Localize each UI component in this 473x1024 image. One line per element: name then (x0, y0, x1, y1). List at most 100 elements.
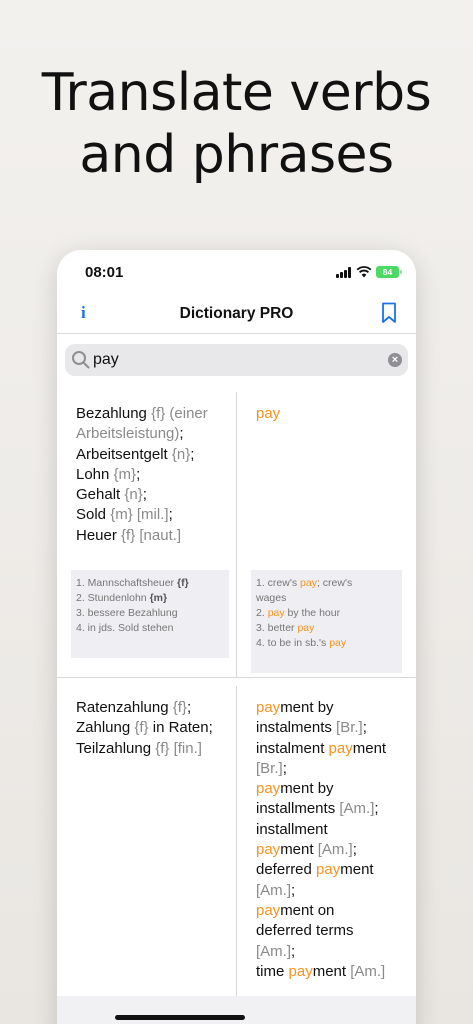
grammar-note: [Am.] (256, 942, 292, 960)
text-line: Bezahlung {f} (einer (76, 404, 234, 424)
search-input[interactable] (93, 348, 373, 372)
text-segment: 1. crew's (256, 577, 301, 589)
grammar-note: Arbeitsleistung) (76, 425, 180, 443)
text-line: payment by (256, 779, 404, 799)
text-segment: ; (186, 699, 192, 716)
text-segment: Ratenzahlung (76, 699, 173, 716)
text-line: Ratenzahlung {f}; (76, 698, 234, 718)
grammar-note: [Am.] (350, 962, 386, 980)
highlight-term: pay (329, 637, 347, 649)
phone-screen: 08:01 84 i Dictionary PRO × (57, 250, 416, 1024)
result-row[interactable]: Bezahlung {f} (einer Arbeitsleistung); Arb… (57, 384, 416, 678)
text-line: installment (256, 820, 404, 840)
grammar-note: {f} (172, 699, 187, 716)
status-bar: 08:01 84 (57, 250, 416, 294)
german-examples: 1. Mannschaftsheuer {f} 2. Stundenlohn {m… (71, 570, 229, 658)
result-row[interactable]: Ratenzahlung {f}; Zahlung {f} in Raten; Te… (57, 678, 416, 998)
text-segment: 4. in jds. Sold stehen (76, 622, 174, 634)
text-segment: Sold (76, 506, 111, 524)
english-examples: 1. crew's pay; crew's wages 2. pay by the … (251, 570, 402, 673)
text-segment: ; (179, 425, 184, 443)
battery-icon: 84 (376, 266, 402, 278)
text-line: Sold {m} [mil.]; (76, 505, 234, 525)
wifi-icon (356, 266, 372, 278)
text-segment: ment (340, 861, 374, 879)
text-line: Gehalt {n}; (76, 485, 234, 505)
grammar-note: [Am.] (317, 841, 353, 859)
text-segment: 2. (256, 607, 268, 619)
german-translation: Bezahlung {f} (einer Arbeitsleistung); Arb… (76, 404, 234, 546)
text-segment: 1. Mannschaftsheuer (76, 577, 177, 589)
grammar-note: [Br.] (336, 719, 363, 737)
text-segment: ment by (280, 780, 334, 798)
text-segment: Zahlung (76, 719, 135, 737)
text-segment: ment by (280, 699, 334, 716)
text-segment: installment (256, 820, 328, 838)
headline: Translate verbs and phrases (0, 62, 473, 186)
text-segment: ; (190, 445, 195, 463)
text-line: [Am.]; (256, 881, 404, 901)
text-line: 1. Mannschaftsheuer {f} (76, 576, 224, 591)
text-line: Teilzahlung {f} [fin.] (76, 739, 234, 759)
results-list: Bezahlung {f} (einer Arbeitsleistung); Arb… (57, 384, 416, 998)
search-bar[interactable]: × (65, 344, 408, 376)
search-icon (72, 351, 90, 369)
bookmark-icon[interactable] (381, 302, 397, 324)
column-divider (236, 686, 237, 997)
signal-icon (336, 267, 353, 278)
text-line: deferred terms (256, 921, 404, 941)
grammar-note: {f} (134, 719, 149, 737)
text-line: 3. bessere Bezahlung (76, 606, 224, 621)
english-translation: pay (256, 404, 404, 424)
text-line: Lohn {m}; (76, 465, 234, 485)
grammar-note: {n} (171, 445, 191, 463)
highlight-term: pay (256, 405, 281, 422)
clear-icon[interactable]: × (388, 353, 402, 367)
text-line: Arbeitsentgelt {n}; (76, 445, 234, 465)
text-line: installments [Am.]; (256, 799, 404, 819)
text-segment: ; (282, 759, 287, 777)
text-line: 4. in jds. Sold stehen (76, 621, 224, 636)
text-line: Heuer {f} [naut.] (76, 526, 234, 546)
german-translation: Ratenzahlung {f}; Zahlung {f} in Raten; Te… (76, 698, 234, 759)
text-line: Zahlung {f} in Raten; (76, 718, 234, 738)
text-segment: in Raten; (148, 719, 213, 737)
column-divider (236, 392, 237, 677)
text-segment: 4. to be in sb.'s (256, 637, 330, 649)
text-line: [Am.]; (256, 942, 404, 962)
text-segment: ment on (280, 901, 335, 919)
text-segment: {m} (149, 592, 168, 604)
english-translation: payment by instalments [Br.]; instalment p… (256, 698, 404, 982)
text-line: deferred payment (256, 860, 404, 880)
text-segment: Gehalt (76, 486, 125, 504)
text-segment: instalment (256, 739, 329, 757)
highlight-term: pay (288, 962, 313, 980)
grammar-note: {m} (113, 465, 137, 483)
text-line: [Br.]; (256, 759, 404, 779)
highlight-term: pay (256, 699, 281, 716)
grammar-note: {f} [naut.] (121, 526, 182, 544)
text-line: payment on (256, 901, 404, 921)
status-time: 08:01 (85, 264, 124, 281)
highlight-term: pay (328, 739, 353, 757)
highlight-term: pay (297, 622, 315, 634)
grammar-note: [Am.] (339, 800, 375, 818)
text-segment: Bezahlung (76, 405, 152, 422)
home-indicator (115, 1015, 245, 1020)
highlight-term: pay (256, 780, 281, 798)
text-segment: deferred (256, 861, 317, 879)
text-segment: deferred terms (256, 922, 354, 940)
text-line: instalments [Br.]; (256, 718, 404, 738)
grammar-note: [Br.] (256, 759, 283, 777)
headline-line-1: Translate verbs (41, 63, 432, 123)
text-line: 1. crew's pay; crew's (256, 576, 397, 591)
text-segment: 2. Stundenlohn (76, 592, 150, 604)
text-segment: Heuer (76, 526, 122, 544)
text-segment: wages (256, 592, 287, 604)
text-segment: ment (312, 962, 351, 980)
text-segment: installments (256, 800, 340, 818)
text-segment: ; (291, 881, 296, 899)
text-segment: time (256, 962, 289, 980)
text-segment: Arbeitsentgelt (76, 445, 172, 463)
text-line: time payment [Am.] (256, 962, 404, 982)
